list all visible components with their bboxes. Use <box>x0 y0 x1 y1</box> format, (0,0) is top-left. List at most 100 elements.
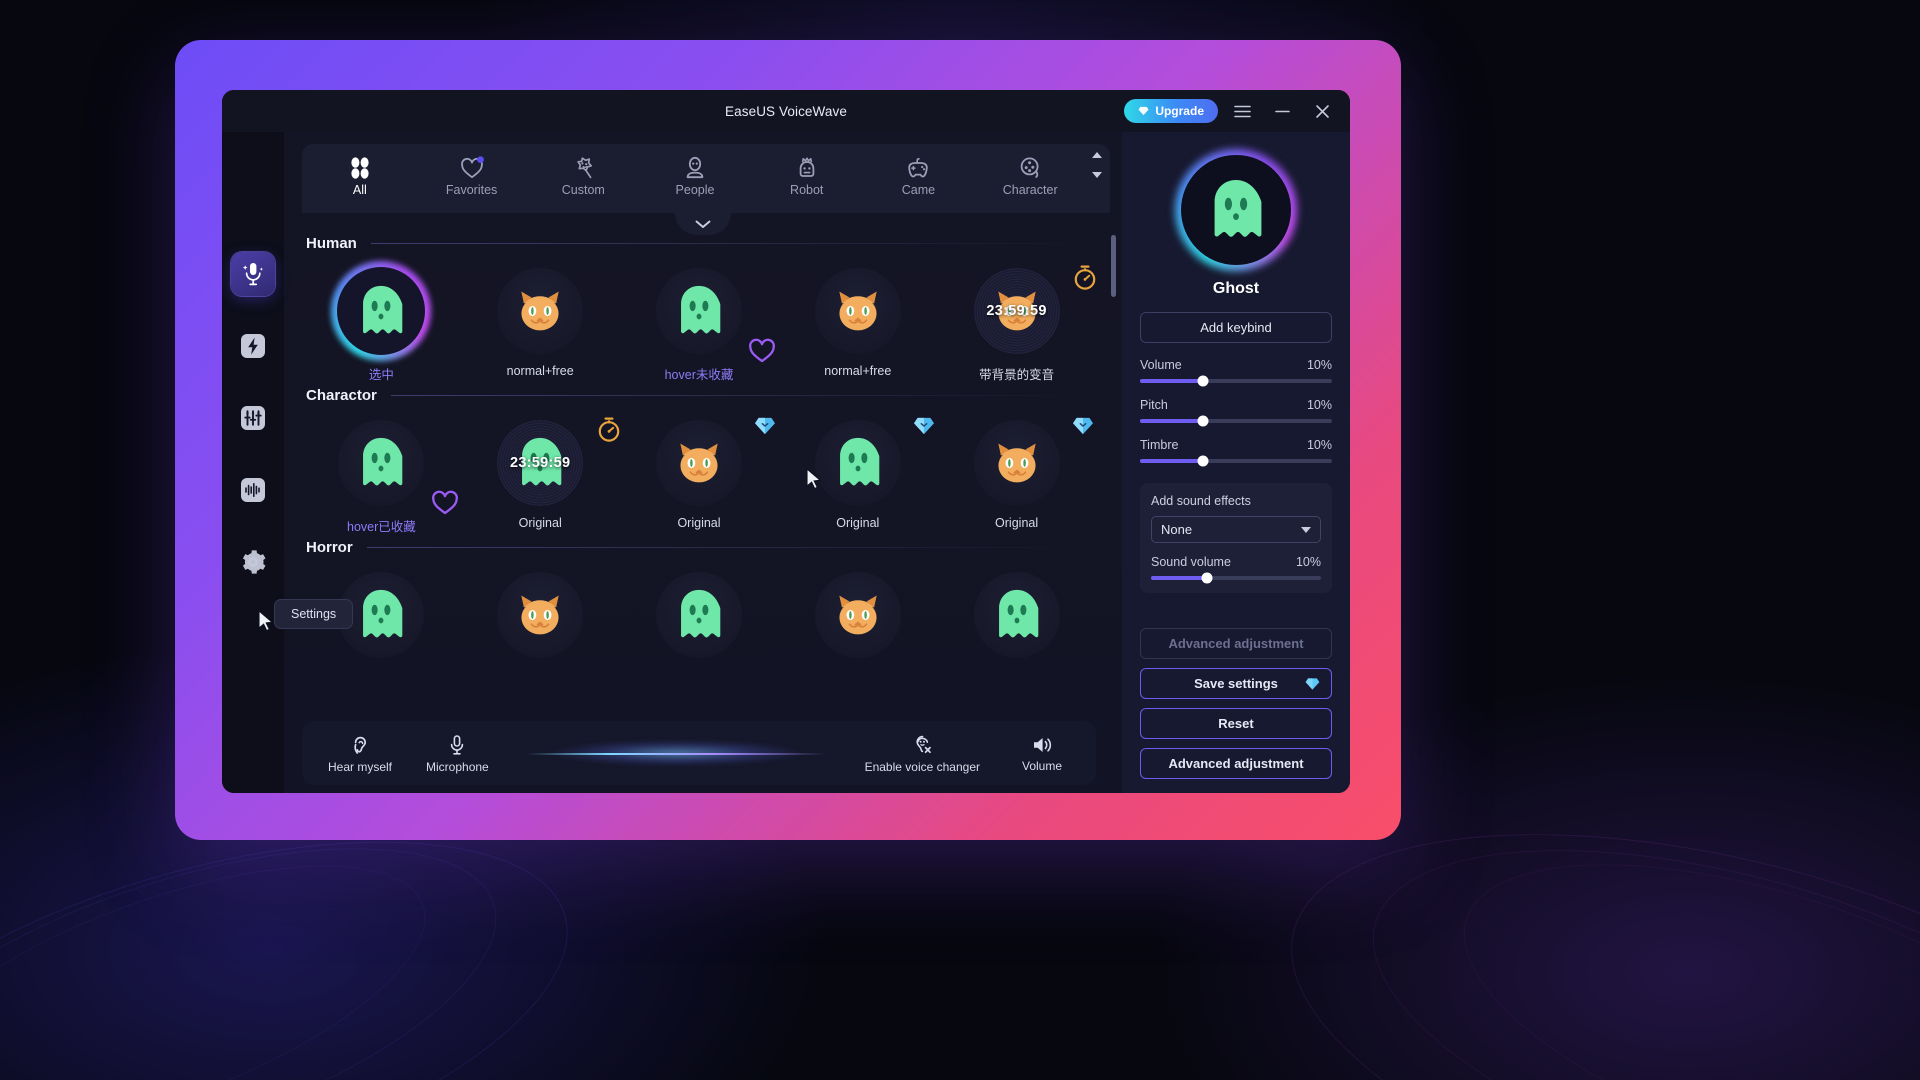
advanced-adjustment-button[interactable]: Advanced adjustment <box>1140 748 1332 779</box>
volume-slider[interactable] <box>1140 375 1332 387</box>
voice-section: Horror <box>302 539 1096 672</box>
voice-thumbnail: 23:59:59 <box>497 420 584 506</box>
tab-custom[interactable]: Custom <box>527 150 639 197</box>
volume-button[interactable]: Volume <box>1014 734 1070 773</box>
category-tabs: All Favorites Custom People Robot Came C… <box>302 144 1110 213</box>
enable-voice-changer-button[interactable]: Enable voice changer <box>865 733 980 774</box>
voice-row <box>302 562 1096 672</box>
voice-row: hover已收藏 23:59:59 Original Original Orig… <box>302 410 1096 539</box>
premium-gem-icon <box>755 417 776 435</box>
gem-icon <box>1138 106 1149 116</box>
lightning-bolt-icon <box>241 334 265 358</box>
voice-item[interactable]: 23:59:59 带背景的变音 <box>937 265 1096 383</box>
grid-scrollbar[interactable] <box>1111 235 1116 615</box>
voice-item[interactable] <box>620 572 779 668</box>
selected-voice-avatar-wrap <box>1140 154 1332 266</box>
sidebar-item-settings[interactable] <box>231 540 275 584</box>
tab-label: Robot <box>790 183 824 197</box>
gamepad-icon <box>908 158 929 178</box>
tab-label: Came <box>901 183 936 197</box>
close-icon[interactable] <box>1306 97 1338 125</box>
timer-badge-icon <box>598 417 619 442</box>
sound-effects-box: Add sound effects None Sound volume 10% <box>1140 483 1332 593</box>
pitch-slider-row: Pitch 10% <box>1140 398 1332 427</box>
section-header: Charactor <box>306 387 1096 404</box>
favorite-heart-icon[interactable] <box>747 336 777 364</box>
cat-icon <box>521 291 559 331</box>
voice-thumbnail <box>973 420 1060 506</box>
save-settings-button[interactable]: Save settings <box>1140 668 1332 699</box>
tab-game[interactable]: Came <box>863 150 975 197</box>
section-title: Human <box>306 235 357 252</box>
category-tabs-container: All Favorites Custom People Robot Came C… <box>284 132 1122 213</box>
voice-thumbnail <box>814 420 901 506</box>
voice-item-label: Original <box>836 516 880 530</box>
ghost-icon <box>363 285 403 334</box>
sound-volume-row: Sound volume 10% <box>1151 555 1321 584</box>
app-window: EaseUS VoiceWave Upgrade Settings All Fa… <box>222 90 1350 793</box>
minimize-icon[interactable] <box>1266 97 1298 125</box>
voice-item[interactable]: Original <box>620 417 779 535</box>
voice-item[interactable]: Original <box>778 417 937 535</box>
hear-myself-button[interactable]: Hear myself <box>328 733 392 774</box>
cat-icon <box>839 291 877 331</box>
ghost-icon <box>681 589 721 638</box>
voice-settings-panel: Ghost Add keybind Volume 10% Pitch 10% T… <box>1122 132 1350 793</box>
voice-item[interactable] <box>937 572 1096 668</box>
voice-thumbnail <box>337 267 426 355</box>
upgrade-button[interactable]: Upgrade <box>1124 99 1218 123</box>
section-divider <box>370 243 1096 244</box>
tab-people[interactable]: People <box>639 150 751 197</box>
voice-item[interactable]: 23:59:59 Original <box>461 417 620 535</box>
tab-character[interactable]: Character <box>974 150 1086 197</box>
voice-item[interactable]: normal+free <box>461 268 620 383</box>
voice-item[interactable]: 选中 <box>302 267 461 383</box>
section-divider <box>366 547 1096 548</box>
sidebar-item-voice-changer[interactable] <box>231 252 275 296</box>
voice-item[interactable]: hover未收藏 <box>620 268 779 383</box>
voice-item[interactable] <box>778 572 937 668</box>
title-bar: EaseUS VoiceWave Upgrade <box>222 90 1350 132</box>
ghost-icon <box>363 437 403 486</box>
sound-effects-select[interactable]: None <box>1151 516 1321 543</box>
voice-item[interactable]: hover已收藏 <box>302 420 461 535</box>
add-keybind-button[interactable]: Add keybind <box>1140 312 1332 343</box>
sound-volume-slider[interactable] <box>1151 572 1321 584</box>
triangle-up-icon[interactable] <box>1092 152 1103 158</box>
tab-all[interactable]: All <box>304 150 416 197</box>
main-content: All Favorites Custom People Robot Came C… <box>284 132 1122 793</box>
pitch-slider-value: 10% <box>1306 398 1332 412</box>
triangle-down-icon[interactable] <box>1092 172 1103 178</box>
settings-tooltip: Settings <box>274 599 354 629</box>
ghost-icon <box>681 285 721 334</box>
sidebar-item-mixer[interactable] <box>231 396 275 440</box>
tab-favorites[interactable]: Favorites <box>416 150 528 197</box>
voice-item[interactable]: Original <box>937 417 1096 535</box>
sound-effects-selected: None <box>1161 522 1193 537</box>
section-title: Horror <box>306 539 353 556</box>
ghost-icon <box>998 589 1038 638</box>
voice-thumbnail <box>338 420 425 506</box>
bottom-toolbar: Hear myself Microphone Enable voice chan… <box>302 721 1096 785</box>
timbre-slider[interactable] <box>1140 455 1332 467</box>
tab-robot[interactable]: Robot <box>751 150 863 197</box>
voice-item[interactable]: normal+free <box>778 268 937 383</box>
voice-item-label: normal+free <box>506 364 574 378</box>
reset-button[interactable]: Reset <box>1140 708 1332 739</box>
sidebar-item-quick-effects[interactable] <box>231 324 275 368</box>
voice-item[interactable] <box>461 572 620 668</box>
hear-myself-label: Hear myself <box>328 759 393 774</box>
gem-icon <box>1305 677 1320 690</box>
microphone-button[interactable]: Microphone <box>426 733 489 774</box>
gear-icon <box>242 550 266 574</box>
enable-voice-changer-label: Enable voice changer <box>864 759 980 774</box>
pitch-slider-label: Pitch <box>1140 398 1168 412</box>
microphone-label: Microphone <box>426 759 489 774</box>
favorite-heart-icon[interactable] <box>430 488 460 516</box>
sidebar-item-soundboard[interactable] <box>231 468 275 512</box>
hamburger-menu-icon[interactable] <box>1226 97 1258 125</box>
voice-thumbnail <box>655 420 742 506</box>
voice-thumbnail <box>497 268 584 354</box>
microphone-sparkle-icon <box>242 263 264 286</box>
pitch-slider[interactable] <box>1140 415 1332 427</box>
